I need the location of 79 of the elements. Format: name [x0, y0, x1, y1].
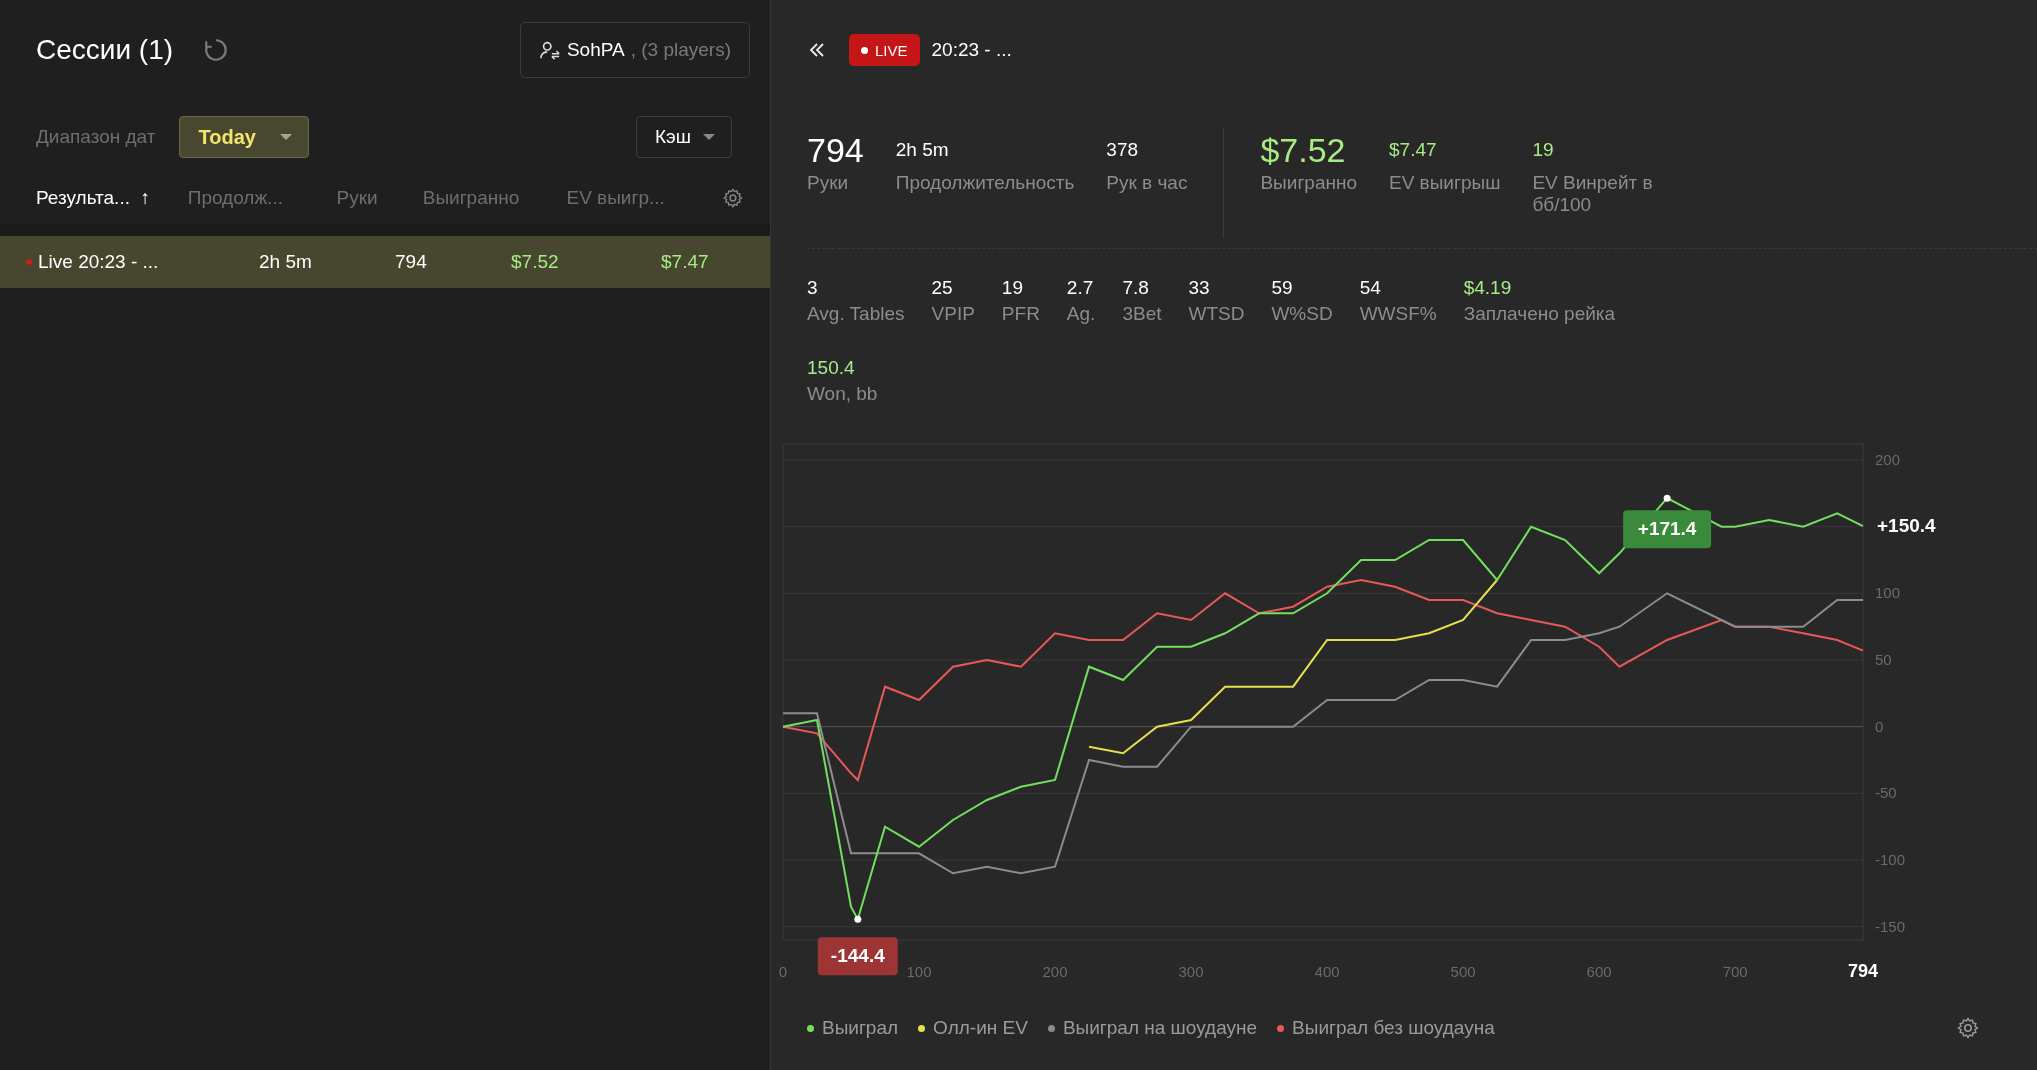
stat-value: 54	[1359, 277, 1382, 300]
table-cell-text: $7.52	[511, 251, 560, 273]
column-header[interactable]: Руки	[336, 187, 423, 209]
y-tick-label: -100	[1875, 851, 1906, 868]
table-cell-text: $7.47	[661, 251, 710, 273]
stat-label: Won, bb	[807, 383, 879, 405]
player-filter-button[interactable]: SohPA , (3 players)	[519, 22, 750, 78]
session-title: 20:23 - ...	[931, 39, 1012, 61]
stat-label: EV Винрейт в бб/100	[1532, 172, 1654, 216]
legend-label[interactable]: Выиграл на шоудауне	[1062, 1017, 1258, 1039]
stat-value: 378	[1106, 138, 1140, 162]
y-tick-label: 0	[1875, 717, 1884, 735]
x-tick-label: 500	[1450, 963, 1476, 980]
stat-label: Руки	[807, 172, 850, 194]
stat-label: EV выигрыш	[1389, 172, 1501, 194]
stat-value: 150.4	[807, 357, 856, 380]
stat-label: PFR	[1001, 303, 1040, 325]
y-tick-label: 50	[1875, 651, 1892, 668]
x-tick-label: 300	[1178, 963, 1204, 980]
x-tick-label: 100	[906, 963, 932, 980]
stat-value: $4.19	[1463, 277, 1513, 300]
stat-label: Рук в час	[1106, 172, 1188, 194]
stat-label: VPIP	[931, 303, 975, 325]
stat-value: 19	[1001, 277, 1024, 300]
legend-label[interactable]: Выиграл	[822, 1017, 899, 1039]
date-range-label: Диапазон дат	[36, 126, 156, 148]
column-header[interactable]: Продолж...	[187, 187, 337, 209]
stat-value: 2.7	[1066, 277, 1095, 300]
stat-value: 3	[807, 277, 819, 300]
stat-value: 59	[1271, 277, 1294, 300]
stat-label: Ag.	[1066, 303, 1096, 325]
session-row[interactable]: Live 20:23 - ... 2h 5m 794 $7.52 $7.47	[0, 236, 770, 288]
max-value-badge: +171.4	[1623, 510, 1712, 549]
game-type-dropdown[interactable]: Кэш	[636, 116, 732, 158]
table-cell-text: 794	[395, 251, 428, 273]
x-tick-label: 400	[1314, 963, 1340, 980]
y-tick-label: 200	[1875, 451, 1901, 468]
stat-label: Заплачено рейка	[1463, 303, 1616, 325]
stat-label: Продолжительность	[895, 172, 1075, 194]
refresh-icon[interactable]	[203, 37, 230, 63]
live-badge: LIVE	[849, 34, 920, 66]
table-cell-text: 2h 5m	[259, 251, 313, 273]
panel-title: Сессии (1)	[36, 34, 174, 66]
legend-label[interactable]: Олл-ин EV	[933, 1017, 1028, 1039]
end-value-label: +150.4	[1877, 515, 1936, 537]
column-header[interactable]: Выигранно	[422, 187, 567, 209]
stat-value: 25	[931, 277, 954, 300]
x-tick-label: 794	[1848, 961, 1878, 981]
stat-value: 33	[1188, 277, 1211, 300]
stat-value: 19	[1532, 138, 1555, 162]
stat-value: 7.8	[1122, 277, 1150, 300]
settings-icon[interactable]	[1956, 1016, 1980, 1040]
table-cell-text: Live 20:23 - ...	[38, 251, 160, 273]
x-tick-label: 700	[1722, 963, 1748, 980]
y-tick-label: -150	[1875, 917, 1906, 935]
stat-value: 794	[807, 130, 864, 170]
y-tick-label: 100	[1875, 584, 1901, 602]
column-header[interactable]: EV выигр...	[566, 187, 723, 209]
stat-label: Выигранно	[1260, 172, 1357, 194]
x-tick-label: 600	[1586, 963, 1612, 980]
x-tick-label: 200	[1042, 963, 1068, 980]
stat-value: $7.52	[1260, 130, 1347, 170]
legend-label[interactable]: Выиграл без шоудауна	[1292, 1017, 1495, 1039]
stat-label: WWSF%	[1359, 303, 1437, 325]
stat-label: W%SD	[1271, 303, 1333, 325]
min-point-dot	[854, 915, 862, 923]
date-range-dropdown[interactable]: Today	[179, 116, 309, 158]
settings-icon[interactable]	[722, 187, 744, 209]
stat-label: Avg. Tables	[807, 303, 905, 325]
column-header[interactable]: Результа... ↑	[36, 187, 188, 209]
stat-label: 3Bet	[1122, 303, 1162, 325]
min-value-badge: -144.4	[817, 937, 898, 976]
y-tick-label: -50	[1875, 784, 1897, 802]
stat-label: WTSD	[1188, 303, 1245, 325]
stat-value: $7.47	[1389, 138, 1438, 162]
x-tick-label: 0	[778, 963, 788, 980]
stat-value: 2h 5m	[895, 138, 950, 162]
user-switch-icon	[538, 39, 561, 61]
max-point-dot	[1663, 494, 1671, 502]
